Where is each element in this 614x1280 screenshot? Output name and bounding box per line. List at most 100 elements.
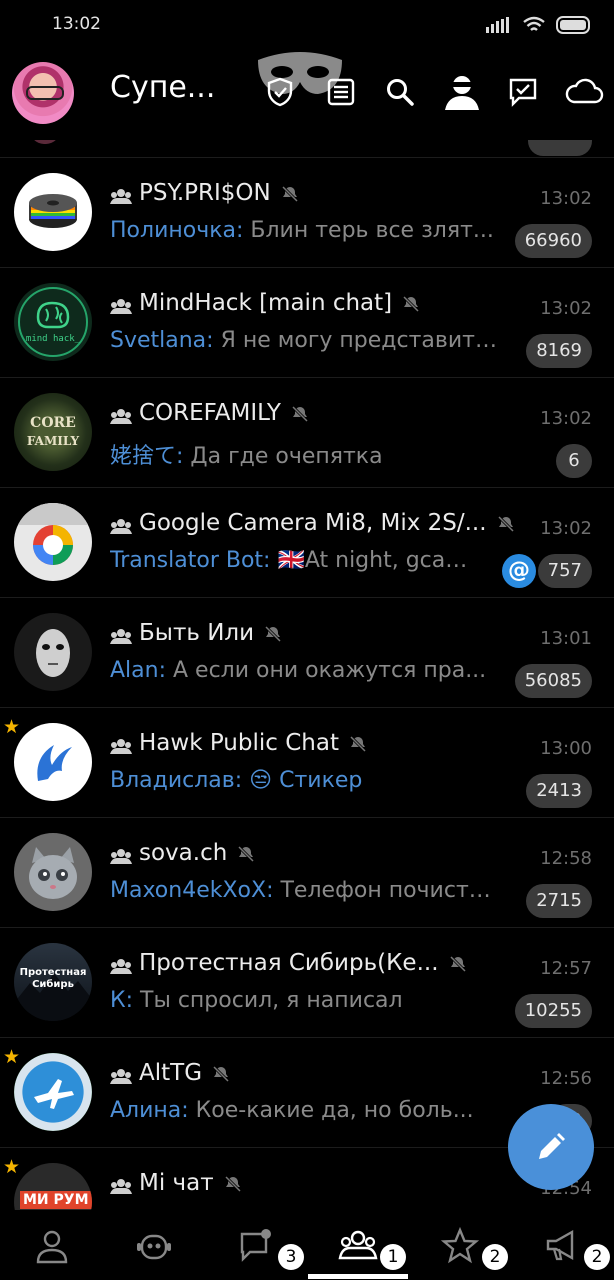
chat-sender: Владислав: [110, 768, 243, 793]
battery-icon [556, 16, 590, 34]
chat-row-hawk[interactable]: ★ Hawk Public Chat 13:00 Владислав: 😒 Ст… [0, 708, 614, 818]
chat-time: 13:02 [540, 188, 592, 209]
chat-preview: Полиночка: Блин терь все злят... [110, 218, 494, 243]
chat-title: Hawk Public Chat [139, 730, 339, 756]
chat-sender: Алина: [110, 1098, 189, 1123]
star-icon: ★ [3, 716, 21, 738]
chat-title: AltTG [139, 1060, 203, 1086]
group-icon [110, 409, 132, 424]
svg-text:mind hack_: mind hack_ [26, 334, 81, 344]
group-icon [110, 849, 132, 864]
group-icon [110, 1069, 132, 1084]
megaphone-icon[interactable] [542, 1226, 582, 1266]
chat-title: COREFAMILY [139, 400, 281, 426]
chat-sender: Полиночка: [110, 218, 244, 243]
compose-button[interactable] [508, 1104, 594, 1190]
cloud-icon[interactable] [564, 76, 604, 108]
chat-time: 12:57 [540, 958, 592, 979]
svg-text:CORE: CORE [30, 415, 76, 431]
group-icon[interactable] [338, 1226, 378, 1266]
chat-row-corefamily[interactable]: CORE FAMILY COREFAMILY 13:02 姥捨て: Да где… [0, 378, 614, 488]
search-icon[interactable] [384, 76, 416, 108]
group-icon [110, 739, 132, 754]
chat-sender: Svetlana: [110, 328, 214, 353]
bottom-nav: 3 1 2 2 [0, 1210, 614, 1280]
bot-icon[interactable] [134, 1226, 174, 1266]
wifi-icon [523, 16, 545, 31]
signal-icon [486, 17, 509, 33]
nav-count-channels: 2 [584, 1244, 610, 1270]
chat-title: sova.ch [139, 840, 228, 866]
avatar-text: Протестная Сибирь [19, 967, 87, 990]
star-icon: ★ [3, 1156, 21, 1178]
chat-row-psy-prison[interactable]: PSY.PRI$ON 13:02 Полиночка: Блин терь вс… [0, 158, 614, 268]
mute-icon [281, 185, 298, 202]
chat-preview: 姥捨て: Да где очепятка [110, 444, 383, 469]
chat-list: PSY.PRI$ON 13:02 Полиночка: Блин терь вс… [0, 140, 614, 1210]
unread-badge: 10255 [514, 994, 592, 1028]
mention-badge: @ [502, 554, 536, 588]
chat-avatar [14, 723, 92, 801]
list-icon[interactable] [325, 76, 357, 108]
group-icon [110, 189, 132, 204]
group-icon [110, 629, 132, 644]
chat-time: 13:02 [540, 518, 592, 539]
mute-icon [291, 405, 309, 422]
chat-avatar [14, 1053, 92, 1131]
chat-avatar: mind hack_ [14, 283, 92, 361]
chat-avatar: МИ РУМ [14, 1163, 92, 1210]
chat-row-mindhack[interactable]: mind hack_ MindHack [main chat] 13:02 Sv… [0, 268, 614, 378]
chat-sender: Alan: [110, 658, 166, 683]
chat-bubble-icon[interactable] [236, 1226, 276, 1266]
chat-preview: Владислав: 😒 Стикер [110, 768, 363, 793]
unread-badge: 757 [537, 554, 592, 588]
chat-avatar: Протестная Сибирь [14, 943, 92, 1021]
group-icon [110, 299, 132, 314]
chat-time: 12:56 [540, 1068, 592, 1089]
chat-title: Быть Или [139, 620, 255, 646]
mute-icon [265, 625, 282, 642]
chat-time: 13:02 [540, 408, 592, 429]
star-icon: ★ [3, 1046, 21, 1068]
person-icon[interactable] [32, 1226, 72, 1266]
chat-time: 12:58 [540, 848, 592, 869]
chat-preview: К: Ты спросил, я написал [110, 988, 403, 1013]
incognito-icon[interactable] [442, 72, 482, 112]
page-title[interactable]: Супе... [110, 70, 220, 105]
chat-avatar: CORE FAMILY [14, 393, 92, 471]
chat-row-siberia[interactable]: Протестная Сибирь Протестная Сибирь(Ке..… [0, 928, 614, 1038]
mute-icon [449, 955, 466, 972]
mute-icon [349, 735, 367, 752]
chat-preview: Alan: А если они окажутся пра... [110, 658, 487, 683]
mute-icon [497, 515, 514, 532]
chat-row-google-camera[interactable]: Google Camera Mi8, Mix 2S/... 13:02 Tran… [0, 488, 614, 598]
chat-preview: Translator Bot: 🇬🇧At night, gcam... [110, 548, 470, 573]
avatar-text: МИ РУМ [20, 1191, 92, 1209]
app-header: Супе... [0, 50, 614, 140]
message-check-icon[interactable] [507, 76, 539, 108]
nav-count-groups: 1 [380, 1244, 406, 1270]
chat-row-sova[interactable]: sova.ch 12:58 Maxon4ekXoX: Телефон почис… [0, 818, 614, 928]
nav-count-chats: 3 [278, 1244, 304, 1270]
chat-avatar [14, 833, 92, 911]
unread-badge: 66960 [514, 224, 592, 258]
chat-avatar [14, 613, 92, 691]
svg-text:FAMILY: FAMILY [27, 434, 80, 448]
group-icon [110, 1179, 132, 1194]
mute-icon [212, 1065, 230, 1082]
status-time: 13:02 [52, 14, 101, 34]
profile-avatar[interactable] [12, 62, 74, 124]
unread-badge: 56085 [514, 664, 592, 698]
unread-badge: 2715 [526, 884, 592, 918]
mute-icon [403, 295, 420, 312]
chat-sender: К: [110, 988, 134, 1013]
list-item-partial[interactable] [0, 140, 614, 158]
unread-badge: 8169 [526, 334, 592, 368]
chat-sender: Translator Bot: [110, 548, 271, 573]
shield-check-icon[interactable] [264, 76, 296, 108]
chat-title: PSY.PRI$ON [139, 180, 271, 206]
pencil-icon [539, 1133, 565, 1159]
chat-preview: Svetlana: Я не могу представить... [110, 328, 500, 353]
star-icon[interactable] [440, 1226, 480, 1266]
chat-row-byt-ili[interactable]: Быть Или 13:01 Alan: А если они окажутся… [0, 598, 614, 708]
